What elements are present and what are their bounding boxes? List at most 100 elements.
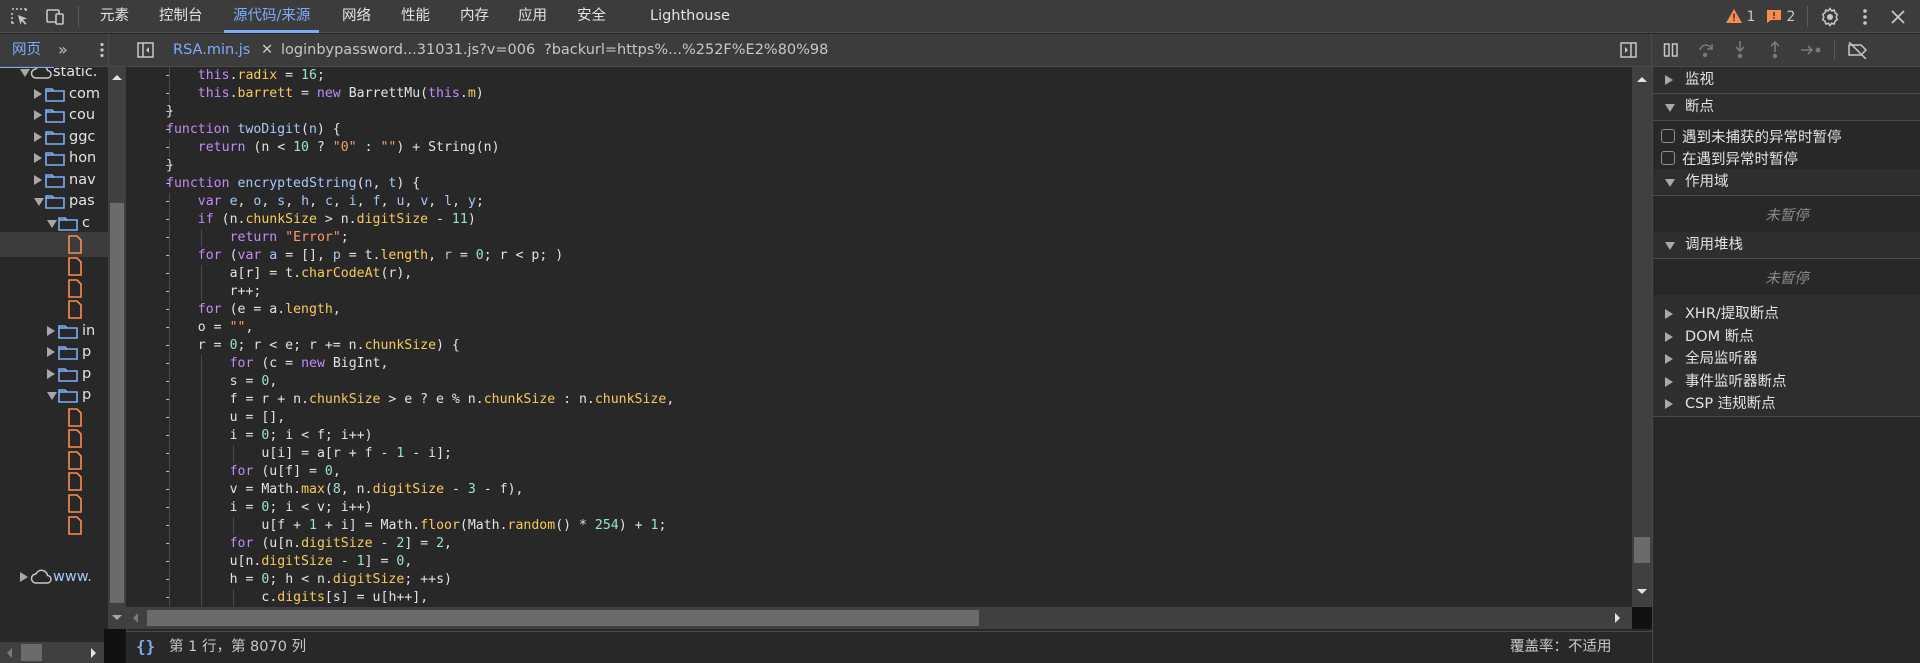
navigator-horizontal-scrollbar[interactable]	[0, 642, 104, 663]
tab-panel-5[interactable]: 内存	[460, 0, 489, 33]
code-line[interactable]: for (u[f] = 0,	[230, 463, 341, 481]
collapse-arrow-icon[interactable]	[34, 198, 44, 207]
deactivate-breakpoints-icon[interactable]	[1847, 41, 1869, 63]
section-dom-breakpoints[interactable]: DOM 断点	[1653, 325, 1920, 348]
scrollbar-thumb[interactable]	[21, 644, 42, 661]
more-options-icon[interactable]	[1855, 7, 1875, 27]
code-editor[interactable]: - this.radix = 16; - this.barrett = new Bar…	[126, 67, 1632, 607]
line-gutter-marker[interactable]: -	[164, 211, 184, 229]
navigator-menu-icon[interactable]	[98, 42, 106, 62]
code-line[interactable]: this.barrett = new BarrettMu(this.m)	[198, 85, 484, 103]
pause-uncaught-checkbox[interactable]	[1661, 129, 1675, 143]
code-line[interactable]: function twoDigit(n) {	[166, 121, 341, 139]
code-line[interactable]: i = 0; i < f; i++)	[230, 427, 373, 445]
expand-arrow-icon[interactable]	[34, 174, 42, 185]
toggle-navigator-icon[interactable]	[137, 42, 154, 62]
line-gutter-marker[interactable]: -	[164, 85, 184, 103]
pause-caught-label[interactable]: 在遇到异常时暂停	[1682, 148, 1798, 169]
scrollbar-thumb[interactable]	[147, 610, 979, 626]
tab-panel-2[interactable]: 源代码/来源	[223, 0, 320, 33]
step-over-icon[interactable]	[1697, 42, 1715, 62]
line-gutter-marker[interactable]: -	[164, 283, 184, 301]
section-global-listeners[interactable]: 全局监听器	[1653, 348, 1920, 371]
collapse-arrow-icon[interactable]	[47, 219, 57, 228]
scroll-left-arrow-icon[interactable]	[133, 613, 138, 623]
file-tab-backurl[interactable]: ?backurl=https%...%252F%E2%80%98	[544, 34, 828, 66]
code-line[interactable]: u = [],	[230, 409, 286, 427]
section-event-listener-breakpoints[interactable]: 事件监听器断点	[1653, 370, 1920, 393]
section-breakpoints[interactable]: 断点	[1653, 94, 1920, 121]
line-gutter-marker[interactable]: -	[164, 499, 184, 517]
expand-arrow-icon[interactable]	[20, 572, 28, 582]
section-xhr-breakpoints[interactable]: XHR/提取断点	[1653, 303, 1920, 326]
scrollbar-thumb[interactable]	[110, 203, 124, 603]
collapse-arrow-icon[interactable]	[20, 69, 30, 77]
expand-arrow-icon[interactable]	[47, 347, 55, 358]
code-line[interactable]: this.radix = 16;	[198, 67, 325, 85]
line-gutter-marker[interactable]: -	[164, 481, 184, 499]
code-line[interactable]: i = 0; i < v; i++)	[230, 499, 373, 517]
line-gutter-marker[interactable]: -	[164, 553, 184, 571]
line-gutter-marker[interactable]: -	[164, 445, 184, 463]
editor-horizontal-scrollbar[interactable]	[126, 607, 1632, 629]
tree-file-item[interactable]	[0, 513, 108, 538]
line-gutter-marker[interactable]: -	[164, 391, 184, 409]
code-line[interactable]: return (n < 10 ? "0" : "") + String(n)	[198, 139, 500, 157]
line-gutter-marker[interactable]: -	[164, 301, 184, 319]
code-line[interactable]: h = 0; h < n.digitSize; ++s)	[230, 571, 452, 589]
inspect-element-icon[interactable]	[10, 7, 30, 27]
code-line[interactable]: return "Error";	[230, 229, 349, 247]
tree-domain-item[interactable]: www.	[0, 565, 108, 590]
step-out-icon[interactable]	[1768, 40, 1782, 63]
scroll-right-arrow-icon[interactable]	[1615, 613, 1620, 623]
tab-panel-0[interactable]: 元素	[100, 0, 129, 33]
code-line[interactable]: for (c = new BigInt,	[230, 355, 389, 373]
code-line[interactable]: c.digits[s] = u[h++],	[261, 589, 428, 607]
scroll-down-arrow-icon[interactable]	[1637, 589, 1647, 594]
code-line[interactable]: u[n.digitSize - 1] = 0,	[230, 553, 413, 571]
scrollbar-thumb[interactable]	[1634, 537, 1650, 564]
code-line[interactable]: a[r] = t.charCodeAt(r),	[230, 265, 413, 283]
line-gutter-marker[interactable]: -	[164, 265, 184, 283]
warnings-badge[interactable]: 1	[1726, 8, 1755, 26]
step-into-icon[interactable]	[1733, 41, 1747, 63]
line-gutter-marker[interactable]: -	[164, 517, 184, 535]
code-line[interactable]: }	[166, 157, 174, 175]
line-gutter-marker[interactable]: -	[164, 355, 184, 373]
tab-panel-1[interactable]: 控制台	[159, 0, 203, 33]
line-gutter-marker[interactable]: -	[164, 319, 184, 337]
code-line[interactable]: s = 0,	[230, 373, 278, 391]
code-line[interactable]: o = "",	[198, 319, 254, 337]
collapse-arrow-icon[interactable]	[47, 392, 57, 401]
coverage-status[interactable]: 覆盖率：不适用	[1510, 632, 1612, 663]
pause-caught-checkbox[interactable]	[1661, 151, 1675, 165]
expand-arrow-icon[interactable]	[47, 325, 55, 336]
expand-arrow-icon[interactable]	[34, 110, 42, 121]
toggle-debugger-sidebar-icon[interactable]	[1620, 42, 1637, 62]
line-gutter-marker[interactable]: -	[164, 571, 184, 589]
line-gutter-marker[interactable]: -	[164, 139, 184, 157]
section-watch[interactable]: 监视	[1653, 67, 1920, 94]
file-tab-rsa[interactable]: RSA.min.js ✕	[173, 34, 273, 66]
navigator-tab-page[interactable]: 网页	[12, 34, 41, 66]
navigator-vertical-scrollbar[interactable]	[108, 67, 126, 629]
section-scope[interactable]: 作用域	[1653, 169, 1920, 196]
editor-vertical-scrollbar[interactable]	[1632, 67, 1652, 607]
code-line[interactable]: u[f + 1 + i] = Math.floor(Math.random() …	[261, 517, 666, 535]
code-line[interactable]: f = r + n.chunkSize > e ? e % n.chunkSiz…	[230, 391, 675, 409]
code-line[interactable]: for (u[n.digitSize - 2] = 2,	[230, 535, 452, 553]
settings-gear-icon[interactable]	[1820, 7, 1840, 27]
code-line[interactable]: function encryptedString(n, t) {	[166, 175, 420, 193]
pause-uncaught-label[interactable]: 遇到未捕获的异常时暂停	[1682, 126, 1842, 147]
pause-script-icon[interactable]	[1663, 42, 1679, 62]
line-gutter-marker[interactable]: -	[164, 229, 184, 247]
scroll-up-arrow-icon[interactable]	[112, 75, 122, 80]
code-line[interactable]: for (var a = [], p = t.length, r = 0; r …	[198, 247, 563, 265]
line-gutter-marker[interactable]: -	[164, 193, 184, 211]
code-line[interactable]: u[i] = a[r + f - 1 - i];	[261, 445, 452, 463]
tab-lighthouse[interactable]: Lighthouse	[650, 0, 730, 33]
line-gutter-marker[interactable]: -	[164, 427, 184, 445]
line-gutter-marker[interactable]: -	[164, 247, 184, 265]
line-gutter-marker[interactable]: -	[164, 337, 184, 355]
expand-arrow-icon[interactable]	[34, 88, 42, 99]
